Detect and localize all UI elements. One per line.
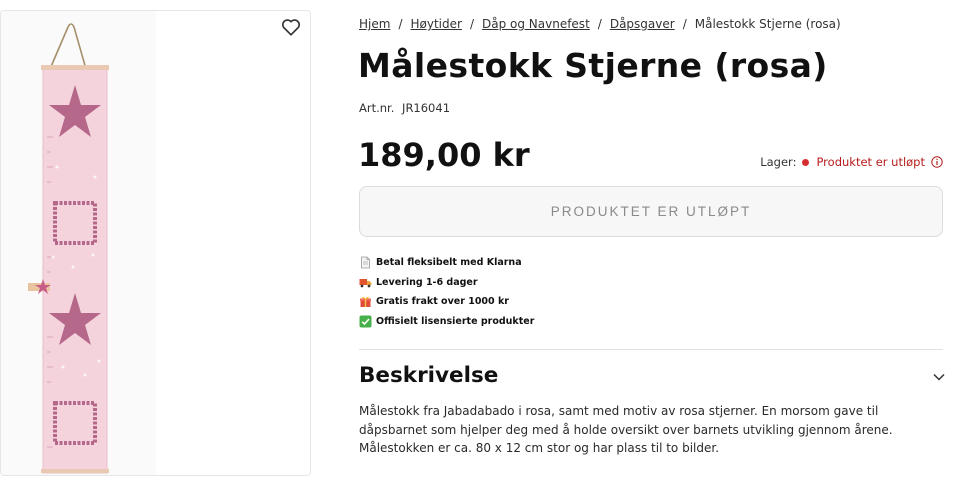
breadcrumb-link-dapsgaver[interactable]: Dåpsgaver <box>610 17 675 31</box>
breadcrumb: Hjem / Høytider / Dåp og Navnefest / Dåp… <box>359 16 841 32</box>
breadcrumb-current: Målestokk Stjerne (rosa) <box>694 17 841 31</box>
gift-icon <box>360 296 371 308</box>
status-dot-icon <box>802 158 810 166</box>
perk-label: Gratis frakt over 1000 kr <box>376 296 509 308</box>
truck-icon <box>359 278 372 288</box>
breadcrumb-link-hoytider[interactable]: Høytider <box>410 17 461 31</box>
breadcrumb-separator: / <box>597 17 602 31</box>
breadcrumb-separator: / <box>398 17 403 31</box>
breadcrumb-link-home[interactable]: Hjem <box>359 17 390 31</box>
heart-icon[interactable] <box>280 16 302 38</box>
breadcrumb-separator: / <box>469 17 474 31</box>
description-text: Målestokk fra Jabadabado i rosa, samt me… <box>359 404 893 455</box>
article-number-value: JR16041 <box>402 101 451 115</box>
product-price: 189,00 kr <box>358 136 530 174</box>
section-divider <box>359 349 943 350</box>
stock-status-text: Produktet er utløpt <box>816 155 925 169</box>
check-icon <box>359 315 372 328</box>
perk-label: Levering 1-6 dager <box>376 276 478 288</box>
article-number: Art.nr. JR16041 <box>359 101 450 115</box>
perk-label: Offisielt lisensierte produkter <box>376 315 535 327</box>
perks-list: Betal fleksibelt med Klarna Levering 1-6… <box>359 253 534 331</box>
article-number-label: Art.nr. <box>359 101 395 115</box>
chevron-down-icon[interactable] <box>932 372 946 382</box>
description-heading[interactable]: Beskrivelse <box>359 363 498 388</box>
product-image-card[interactable] <box>0 10 311 476</box>
product-title: Målestokk Stjerne (rosa) <box>358 46 828 85</box>
perk-item: Offisielt lisensierte produkter <box>359 312 534 332</box>
perk-item: Gratis frakt over 1000 kr <box>359 292 534 312</box>
perk-item: Levering 1-6 dager <box>359 273 534 293</box>
breadcrumb-separator: / <box>682 17 687 31</box>
perk-item: Betal fleksibelt med Klarna <box>359 253 534 273</box>
breadcrumb-link-dap-og-navnefest[interactable]: Dåp og Navnefest <box>482 17 590 31</box>
add-to-cart-button[interactable]: PRODUKTET ER UTLØPT <box>359 186 943 237</box>
product-image <box>28 23 109 474</box>
perk-label: Betal fleksibelt med Klarna <box>376 257 522 269</box>
stock-status: Lager: Produktet er utløpt <box>760 155 943 169</box>
info-icon[interactable] <box>931 156 943 168</box>
document-icon <box>361 256 370 269</box>
stock-label: Lager: <box>760 155 797 169</box>
